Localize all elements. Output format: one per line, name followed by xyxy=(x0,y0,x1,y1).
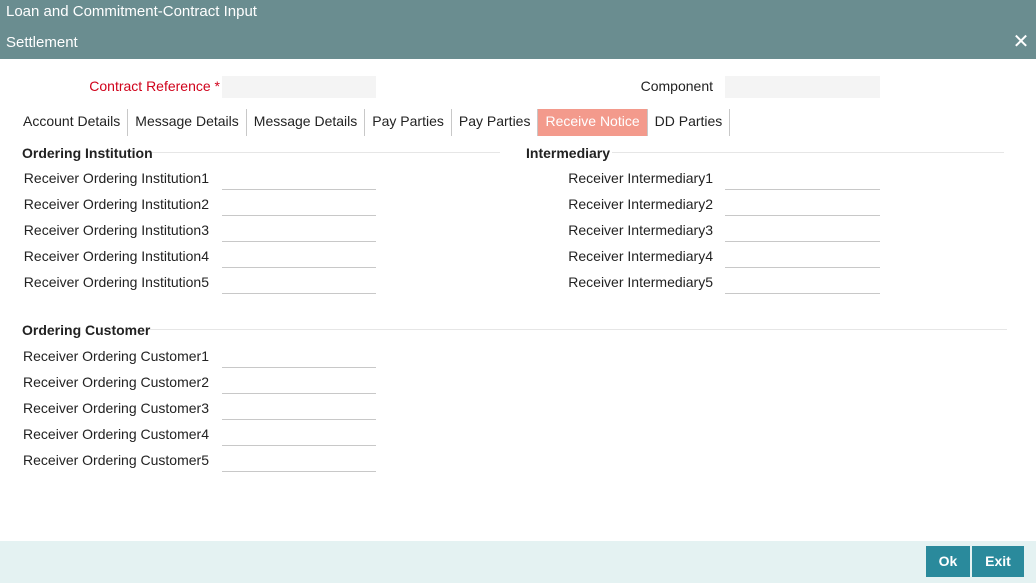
receiver-ordering-customer4-input[interactable] xyxy=(222,422,376,446)
receiver-ordering-institution2-input[interactable] xyxy=(222,192,376,216)
receiver-ordering-institution4-input[interactable] xyxy=(222,244,376,268)
receiver-ordering-customer5-label: Receiver Ordering Customer5 xyxy=(23,452,209,468)
receiver-intermediary1-input[interactable] xyxy=(725,166,880,190)
receiver-ordering-institution3-label: Receiver Ordering Institution3 xyxy=(23,222,209,238)
tab-pay-parties[interactable]: Pay Parties xyxy=(365,109,452,136)
receiver-ordering-customer2-label: Receiver Ordering Customer2 xyxy=(23,374,209,390)
ok-button[interactable]: Ok xyxy=(926,546,970,577)
receiver-intermediary1-label: Receiver Intermediary1 xyxy=(568,170,713,186)
receiver-ordering-institution5-label: Receiver Ordering Institution5 xyxy=(23,274,209,290)
receiver-intermediary2-input[interactable] xyxy=(725,192,880,216)
receiver-ordering-institution1-input[interactable] xyxy=(222,166,376,190)
receiver-intermediary5-input[interactable] xyxy=(725,270,880,294)
receiver-ordering-customer3-label: Receiver Ordering Customer3 xyxy=(23,400,209,416)
intermediary-divider xyxy=(612,152,1004,153)
component-input[interactable] xyxy=(725,76,880,98)
receiver-intermediary3-label: Receiver Intermediary3 xyxy=(568,222,713,238)
receiver-ordering-institution4-label: Receiver Ordering Institution4 xyxy=(23,248,209,264)
tab-dd-parties[interactable]: DD Parties xyxy=(648,109,731,136)
receiver-ordering-institution3-input[interactable] xyxy=(222,218,376,242)
receiver-ordering-customer3-input[interactable] xyxy=(222,396,376,420)
tab-bar: Account Details Message Details Message … xyxy=(16,109,731,136)
receiver-intermediary4-label: Receiver Intermediary4 xyxy=(568,248,713,264)
receiver-ordering-institution1-label: Receiver Ordering Institution1 xyxy=(23,170,209,186)
ordering-customer-divider xyxy=(150,329,1007,330)
window-title: Loan and Commitment-Contract Input xyxy=(0,0,1036,25)
contract-reference-input[interactable] xyxy=(222,76,376,98)
intermediary-title: Intermediary xyxy=(526,145,611,161)
receiver-ordering-institution5-input[interactable] xyxy=(222,270,376,294)
exit-button[interactable]: Exit xyxy=(972,546,1024,577)
receiver-ordering-institution2-label: Receiver Ordering Institution2 xyxy=(23,196,209,212)
footer-bar xyxy=(0,541,1036,583)
receiver-intermediary2-label: Receiver Intermediary2 xyxy=(568,196,713,212)
contract-reference-label: Contract Reference * xyxy=(89,78,220,94)
tab-message-details[interactable]: Message Details xyxy=(128,109,247,136)
ordering-customer-title: Ordering Customer xyxy=(22,322,151,338)
receiver-ordering-customer4-label: Receiver Ordering Customer4 xyxy=(23,426,209,442)
tab-receive-notice[interactable]: Receive Notice xyxy=(538,109,648,136)
receiver-ordering-customer2-input[interactable] xyxy=(222,370,376,394)
receiver-ordering-customer1-input[interactable] xyxy=(222,344,376,368)
receiver-intermediary4-input[interactable] xyxy=(725,244,880,268)
dialog-title: Settlement xyxy=(0,25,1036,59)
receiver-intermediary5-label: Receiver Intermediary5 xyxy=(568,274,713,290)
component-label: Component xyxy=(640,78,713,94)
receiver-intermediary3-input[interactable] xyxy=(725,218,880,242)
close-icon[interactable]: ✕ xyxy=(1012,32,1030,52)
tab-message-details-2[interactable]: Message Details xyxy=(247,109,366,136)
receiver-ordering-customer5-input[interactable] xyxy=(222,448,376,472)
receiver-ordering-customer1-label: Receiver Ordering Customer1 xyxy=(23,348,209,364)
tab-account-details[interactable]: Account Details xyxy=(16,109,129,136)
tab-pay-parties-2[interactable]: Pay Parties xyxy=(452,109,539,136)
ordering-institution-title: Ordering Institution xyxy=(22,145,153,161)
ordering-institution-divider xyxy=(152,152,500,153)
